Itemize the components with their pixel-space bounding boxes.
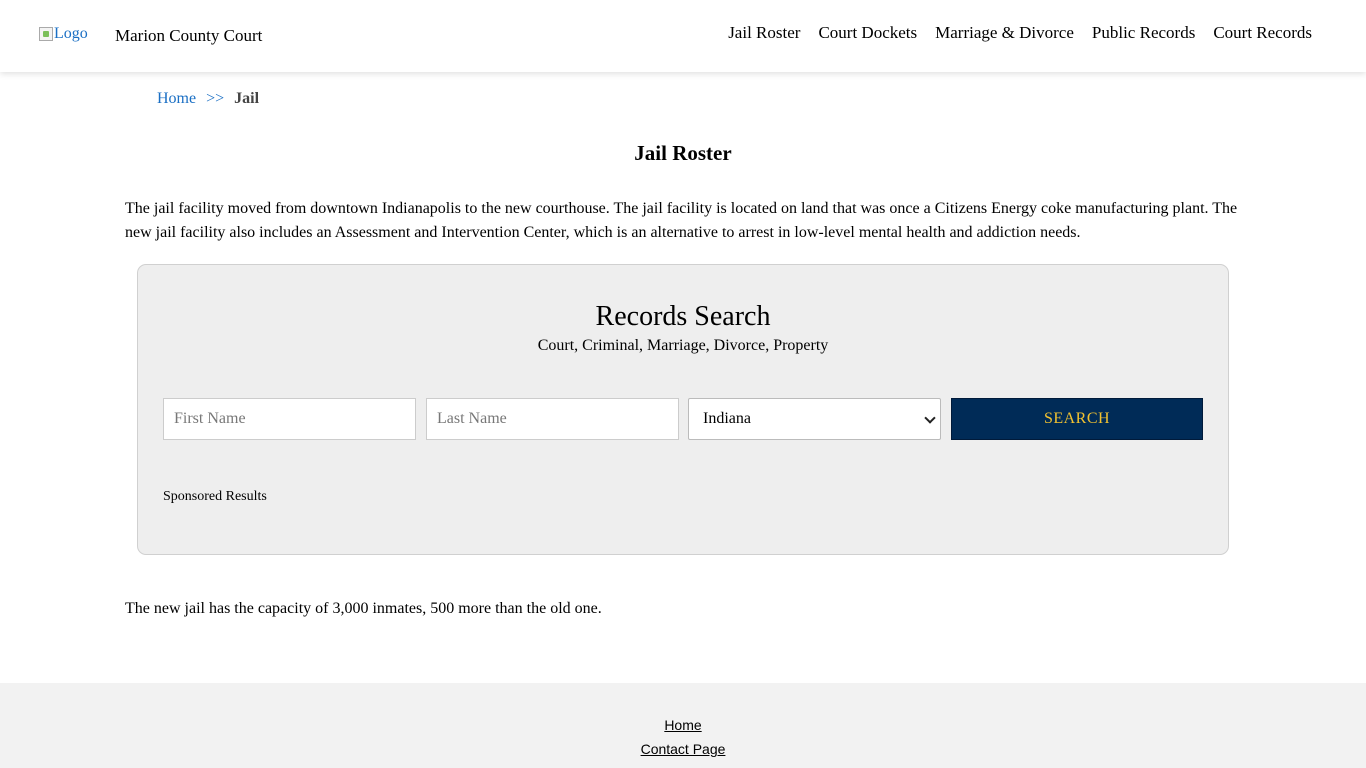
capacity-paragraph: The new jail has the capacity of 3,000 i…	[125, 600, 602, 617]
last-name-input[interactable]	[426, 398, 679, 440]
state-select[interactable]: Indiana	[688, 398, 941, 440]
site-header: Logo Marion County Court Jail Roster Cou…	[0, 0, 1366, 72]
intro-paragraph: The jail facility moved from downtown In…	[125, 200, 1238, 241]
nav-court-dockets[interactable]: Court Dockets	[818, 23, 917, 43]
site-name: Marion County Court	[115, 26, 263, 45]
state-selected-value: Indiana	[703, 410, 751, 427]
breadcrumb: Home >> Jail	[157, 90, 259, 108]
breadcrumb-separator: >>	[206, 90, 225, 107]
chevron-down-icon	[924, 412, 936, 424]
footer-contact-link[interactable]: Contact Page	[0, 741, 1366, 757]
nav-public-records[interactable]: Public Records	[1092, 23, 1195, 43]
page-title: Jail Roster	[634, 141, 732, 165]
records-search-panel: Records Search Court, Criminal, Marriage…	[137, 264, 1229, 555]
search-button[interactable]: SEARCH	[951, 398, 1203, 440]
breadcrumb-current: Jail	[234, 90, 260, 107]
footer-home-link[interactable]: Home	[0, 717, 1366, 733]
sponsored-results-label: Sponsored Results	[163, 489, 267, 504]
site-logo[interactable]: Logo	[39, 25, 88, 43]
first-name-input[interactable]	[163, 398, 416, 440]
nav-marriage-divorce[interactable]: Marriage & Divorce	[935, 23, 1074, 43]
breadcrumb-home[interactable]: Home	[157, 90, 196, 108]
nav-jail-roster[interactable]: Jail Roster	[728, 23, 800, 43]
search-title: Records Search	[595, 301, 771, 332]
main-nav: Jail Roster Court Dockets Marriage & Div…	[728, 23, 1312, 43]
site-footer: Home Contact Page	[0, 683, 1366, 768]
broken-image-icon	[39, 27, 53, 41]
search-subtitle: Court, Criminal, Marriage, Divorce, Prop…	[537, 337, 829, 354]
logo-alt-text: Logo	[54, 25, 88, 42]
nav-court-records[interactable]: Court Records	[1213, 23, 1312, 43]
